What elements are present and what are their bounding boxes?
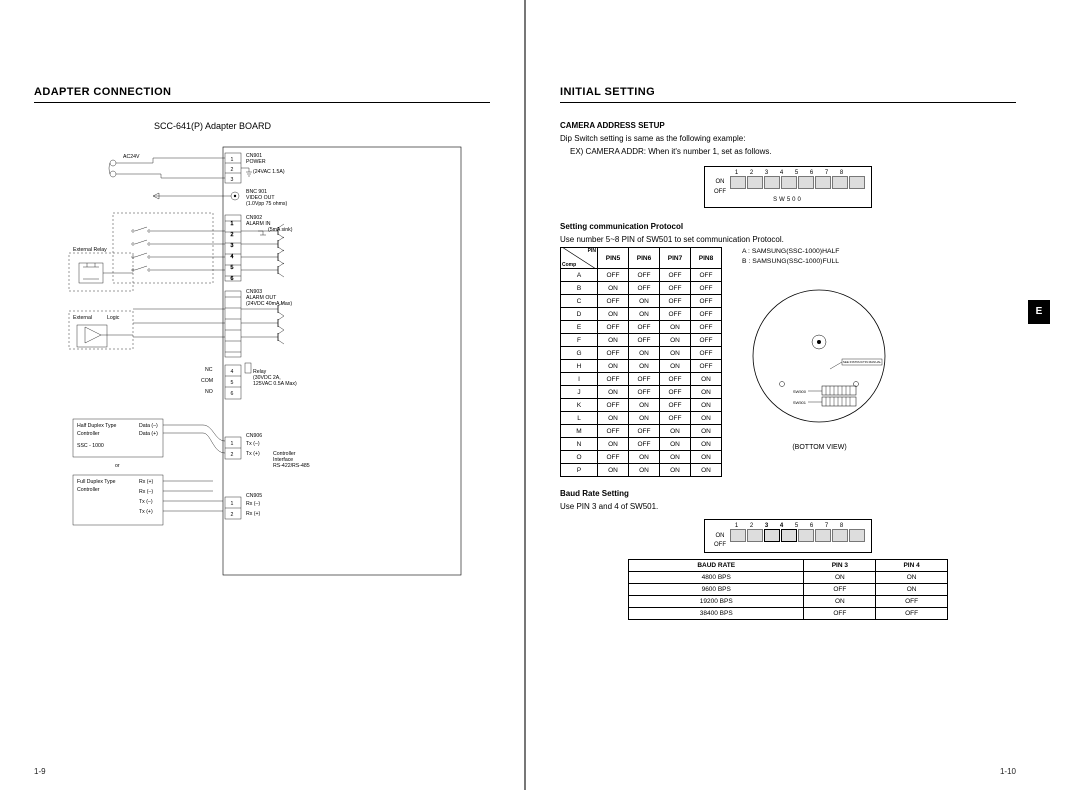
svg-text:1: 1	[231, 157, 234, 163]
baud-line1: Use PIN 3 and 4 of SW501.	[560, 502, 1016, 513]
protocol-title: Setting communication Protocol	[560, 222, 1016, 231]
svg-text:1: 1	[231, 221, 234, 227]
protocol-a: A : SAMSUNG(SSC-1000)HALF	[742, 247, 1016, 257]
svg-text:Controller: Controller	[77, 431, 100, 437]
svg-text:CN906: CN906	[246, 433, 262, 439]
svg-text:(5mA sink): (5mA sink)	[268, 227, 293, 233]
svg-text:Rx (–): Rx (–)	[246, 501, 260, 507]
dip-sw500: 12345678 ON OFF SW500	[560, 166, 1016, 208]
svg-text:External Relay: External Relay	[73, 247, 107, 253]
svg-text:SW500: SW500	[793, 389, 807, 394]
svg-text:4: 4	[231, 369, 234, 375]
page-left: ADAPTER CONNECTION SCC-641(P) Adapter BO…	[0, 0, 524, 790]
svg-text:SW501: SW501	[793, 400, 807, 405]
svg-text:5: 5	[231, 380, 234, 386]
baud-rate-table: BAUD RATE PIN 3 PIN 4 4800 BPSONON9600 B…	[628, 559, 948, 620]
svg-text:SEE INSTRUCTIN MANUAL: SEE INSTRUCTIN MANUAL	[843, 360, 882, 364]
svg-text:Tx (+): Tx (+)	[139, 509, 153, 515]
svg-text:1: 1	[231, 501, 234, 507]
svg-text:Tx (+): Tx (+)	[246, 451, 260, 457]
svg-text:Tx (–): Tx (–)	[139, 499, 153, 505]
page-num-right: 1-10	[1000, 767, 1016, 776]
baud-title: Baud Rate Setting	[560, 489, 1016, 498]
svg-text:POWER: POWER	[246, 159, 266, 165]
svg-text:SSC - 1000: SSC - 1000	[77, 443, 104, 449]
svg-text:CN905: CN905	[246, 493, 262, 499]
svg-text:3: 3	[231, 243, 234, 249]
schematic-diagram: 1 2 3 CN901 POWER (24VAC 1.5A) AC24V	[53, 141, 471, 581]
left-heading: ADAPTER CONNECTION	[34, 86, 490, 98]
svg-text:RS-422/RS-485: RS-422/RS-485	[273, 463, 310, 469]
right-margin-strip	[1050, 0, 1080, 790]
svg-text:6: 6	[231, 276, 234, 282]
svg-text:Rx (–): Rx (–)	[139, 489, 153, 495]
document-spread: ADAPTER CONNECTION SCC-641(P) Adapter BO…	[0, 0, 1080, 790]
svg-text:COM: COM	[201, 378, 213, 384]
cam-addr-line1: Dip Switch setting is same as the follow…	[560, 134, 1016, 145]
svg-text:Rx (+): Rx (+)	[139, 479, 154, 485]
protocol-line1: Use number 5~8 PIN of SW501 to set commu…	[560, 235, 1016, 246]
svg-text:External: External	[73, 315, 92, 321]
page-right: INITIAL SETTING CAMERA ADDRESS SETUP Dip…	[526, 0, 1050, 790]
svg-text:2: 2	[231, 452, 234, 458]
svg-text:Rx (+): Rx (+)	[246, 511, 261, 517]
svg-text:Logic: Logic	[107, 315, 120, 321]
svg-text:or: or	[115, 463, 120, 469]
section-tab-e: E	[1028, 300, 1050, 324]
board-caption: SCC-641(P) Adapter BOARD	[154, 121, 490, 131]
svg-text:Full Duplex Type: Full Duplex Type	[77, 479, 116, 485]
svg-text:Controller: Controller	[77, 487, 100, 493]
svg-text:Data (–): Data (–)	[139, 423, 158, 429]
svg-text:(1.0Vpp 75 ohms): (1.0Vpp 75 ohms)	[246, 201, 288, 207]
svg-text:1: 1	[231, 441, 234, 447]
right-heading: INITIAL SETTING	[560, 86, 1016, 98]
right-rule	[560, 102, 1016, 103]
bottom-view-diagram: SW500 SW501 SEE INSTRUCTIN MANUAL (BOTTO…	[742, 284, 897, 451]
svg-text:(24VDC 40mA Max): (24VDC 40mA Max)	[246, 301, 292, 307]
svg-text:AC24V: AC24V	[123, 154, 140, 160]
svg-text:Data (+): Data (+)	[139, 431, 158, 437]
svg-text:NC: NC	[205, 367, 213, 373]
svg-text:NO: NO	[205, 389, 213, 395]
svg-text:6: 6	[231, 391, 234, 397]
page-num-left: 1-9	[34, 767, 46, 776]
protocol-table: PIN Comp PIN5 PIN6 PIN7 PIN8 AOFFOFFOFFO…	[560, 247, 722, 477]
svg-text:Tx (–): Tx (–)	[246, 441, 260, 447]
svg-text:4: 4	[231, 254, 234, 260]
svg-text:5: 5	[231, 265, 234, 271]
svg-text:Half Duplex Type: Half Duplex Type	[77, 423, 117, 429]
svg-text:(24VAC 1.5A): (24VAC 1.5A)	[253, 169, 285, 175]
cam-addr-title: CAMERA ADDRESS SETUP	[560, 121, 1016, 130]
svg-text:2: 2	[231, 512, 234, 518]
dip-sw501: 12345678 ON OFF	[560, 519, 1016, 553]
svg-text:125VAC 0.5A Max): 125VAC 0.5A Max)	[253, 381, 297, 387]
svg-text:2: 2	[231, 167, 234, 173]
svg-text:3: 3	[231, 177, 234, 183]
protocol-b: B : SAMSUNG(SSC-1000)FULL	[742, 257, 1016, 267]
cam-addr-line2: EX) CAMERA ADDR: When it's number 1, set…	[570, 147, 1016, 158]
left-rule	[34, 102, 490, 103]
svg-text:2: 2	[231, 232, 234, 238]
